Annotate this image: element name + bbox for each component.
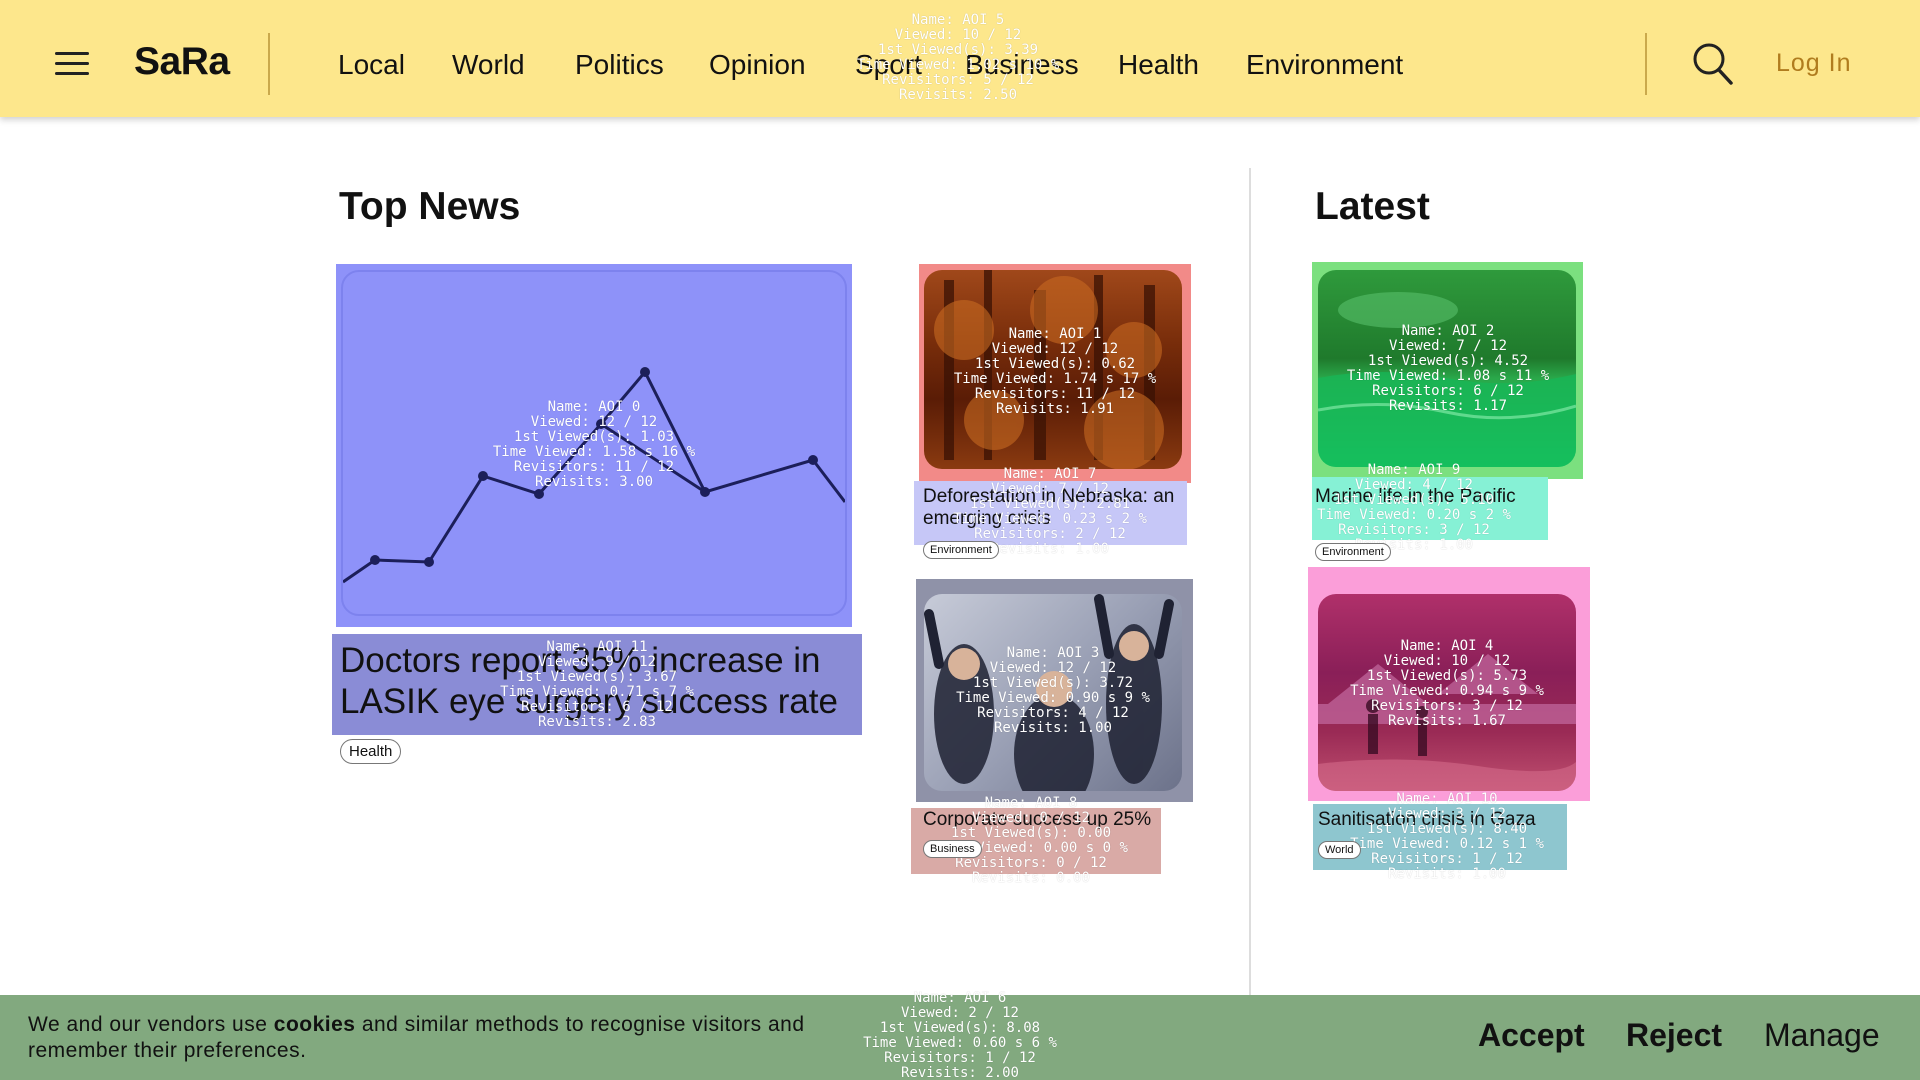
nav-health[interactable]: Health	[1118, 49, 1199, 81]
gaza-story-image[interactable]	[1318, 594, 1576, 791]
forest-story-headline[interactable]: Deforestation in Nebraska: an emerging c…	[923, 486, 1183, 530]
forest-story-image[interactable]	[924, 270, 1182, 469]
lead-story-headline[interactable]: Doctors report 35% increase in LASIK eye…	[340, 640, 860, 722]
reject-cookies-button[interactable]: Reject	[1626, 1017, 1722, 1054]
office-story-tag[interactable]: Business	[923, 840, 982, 858]
line-chart-icon	[343, 367, 845, 584]
celebrating-team-icon	[924, 594, 1174, 791]
sea-story-headline[interactable]: Marine life in the Pacific	[1315, 486, 1555, 508]
cookie-text-bold: cookies	[273, 1013, 356, 1036]
lead-story-tag[interactable]: Health	[340, 739, 402, 764]
forest-image-icon	[934, 270, 1164, 469]
nav-business[interactable]: Business	[965, 49, 1079, 81]
top-news-heading: Top News	[339, 185, 521, 228]
cookie-message: We and our vendors use cookies and simil…	[28, 1012, 908, 1064]
tents-image-icon	[1318, 654, 1576, 791]
site-logo[interactable]: SaRa	[134, 40, 230, 84]
nav-world[interactable]: World	[452, 49, 525, 81]
search-icon[interactable]	[1690, 40, 1736, 86]
office-story-image[interactable]	[924, 594, 1182, 791]
site-header: SaRa Local World Politics Opinion Sport …	[0, 0, 1920, 117]
gaza-story-tag[interactable]: World	[1318, 841, 1361, 859]
cookie-text-start: We and our vendors use	[28, 1013, 274, 1036]
sea-story-tag[interactable]: Environment	[1315, 543, 1391, 561]
sea-story-image[interactable]	[1318, 270, 1576, 467]
cookie-banner: We and our vendors use cookies and simil…	[0, 995, 1920, 1080]
ocean-image-icon	[1318, 292, 1576, 467]
manage-cookies-button[interactable]: Manage	[1764, 1017, 1880, 1054]
lead-story-image[interactable]	[341, 270, 847, 616]
header-divider	[268, 33, 270, 95]
login-link[interactable]: Log In	[1776, 49, 1852, 78]
nav-politics[interactable]: Politics	[575, 49, 664, 81]
forest-story-tag[interactable]: Environment	[923, 541, 999, 559]
accept-cookies-button[interactable]: Accept	[1478, 1017, 1585, 1054]
menu-icon[interactable]	[55, 52, 89, 76]
column-divider	[1249, 168, 1251, 998]
latest-heading: Latest	[1315, 185, 1430, 228]
nav-sport[interactable]: Sport	[855, 49, 922, 81]
office-story-headline[interactable]: Corporate success up 25%	[923, 809, 1163, 831]
nav-local[interactable]: Local	[338, 49, 405, 81]
header-divider-right	[1645, 33, 1647, 95]
nav-opinion[interactable]: Opinion	[709, 49, 806, 81]
gaza-story-headline[interactable]: Sanitisation crisis in Gaza	[1318, 809, 1568, 831]
nav-environment[interactable]: Environment	[1246, 49, 1403, 81]
